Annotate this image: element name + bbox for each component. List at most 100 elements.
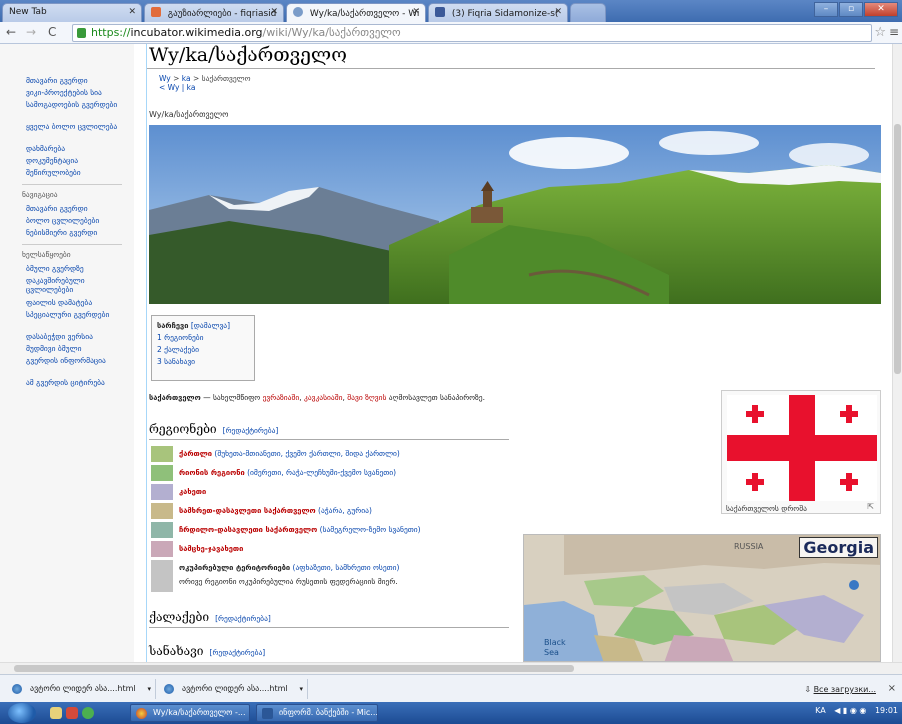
tab-new[interactable]: New Tab ✕ (2, 3, 142, 22)
main-content: Wy/ka/საქართველო Wy > ka > საქართველო < … (146, 44, 892, 662)
close-icon[interactable]: ✕ (554, 7, 562, 17)
tab-facebook[interactable]: (3) Fiqria Sidamonize-s( ✕ (428, 3, 568, 22)
new-tab-button[interactable] (570, 3, 606, 22)
sidebar-item[interactable]: მუდმივი ბმული (26, 344, 126, 353)
horizontal-scrollbar[interactable] (0, 662, 902, 674)
sidebar-item[interactable]: ამ გვერდის ციტირება (26, 378, 126, 387)
table-of-contents: სარჩევი [დამალვა] 1 რეგიონები 2 ქალაქები… (151, 315, 255, 381)
tab-profile[interactable]: გაუზიარლიები - fiqriasid ✕ (144, 3, 284, 22)
download-item[interactable]: ავტორი ლიდერ ასა....html ▾ (6, 679, 156, 699)
list-item: რიონის რეგიონი (იმერეთი, რაჭა-ლეჩხუმი-ქვ… (149, 464, 509, 482)
region-link[interactable]: ჩრდილო-დასავლეთი საქართველო (179, 525, 317, 534)
sidebar-item[interactable]: დოკუმენტაცია (26, 156, 126, 165)
forward-arrow-icon[interactable]: → (26, 25, 36, 39)
region-link[interactable]: ქართლი (179, 449, 212, 458)
sidebar-item[interactable]: დაკავშირებული ცვლილებები (26, 276, 126, 294)
sidebar-item[interactable]: სამოგადოების გვერდები (26, 100, 126, 109)
region-sub[interactable]: (სამეგრელო-ზემო სვანეთი) (317, 525, 421, 534)
sidebar-item[interactable]: ფაილის დამატება (26, 298, 126, 307)
sidebar-item[interactable]: ვიკი-პროექტების სია (26, 88, 126, 97)
edit-section-link[interactable]: [რედაქტირება] (210, 648, 266, 657)
region-link[interactable]: ოკუპირებული ტერიტორიები (179, 563, 290, 572)
reload-icon[interactable]: C (48, 25, 56, 39)
region-sub[interactable]: (შუხეთა-მთიანეთი, ქვემო ქართლი, შიდა ქარ… (212, 449, 399, 458)
region-link[interactable]: კახეთი (179, 487, 206, 496)
chrome-icon[interactable] (82, 707, 94, 719)
tab-label: New Tab (9, 7, 47, 17)
all-downloads-link[interactable]: ⇩ Все загрузки... (804, 685, 876, 694)
sidebar-item[interactable]: მთავარი გვერდი (26, 76, 126, 85)
maximize-icon[interactable]: ▫ (839, 2, 863, 17)
enlarge-icon[interactable]: ⇱ (867, 502, 874, 511)
sidebar-item[interactable]: დახმარება (26, 144, 126, 153)
close-icon[interactable]: ✕ (128, 7, 136, 17)
clock[interactable]: 19:01 (875, 706, 898, 715)
region-link[interactable]: სამხრეთ-დასავლეთი საქართველო (179, 506, 316, 515)
scroll-thumb[interactable] (14, 665, 574, 672)
sidebar-item[interactable]: ბმული გვერდზე (26, 264, 126, 273)
heading-text: ქალაქები (149, 610, 210, 624)
language-indicator[interactable]: KA (815, 706, 826, 715)
breadcrumb-link-wy[interactable]: Wy (159, 74, 171, 83)
region-link[interactable]: სამცხე-ჯავახეთი (179, 544, 243, 553)
bookmark-star-icon[interactable]: ☆ (874, 25, 886, 40)
region-link[interactable]: რიონის რეგიონი (179, 468, 245, 477)
taskbar-task-word[interactable]: ინფორმ. ბანქებში - Mic... (256, 704, 378, 722)
breadcrumb-link-ka[interactable]: ka (182, 74, 191, 83)
menu-icon[interactable]: ≡ (889, 25, 899, 39)
taskbar-task-browser[interactable]: Wy/ka/საქართველო -... (130, 704, 250, 722)
sidebar-item[interactable]: ბოლო ცვლილებები (26, 216, 126, 225)
file-icon (164, 684, 174, 694)
edit-section-link[interactable]: [რედაქტირება] (215, 614, 271, 623)
url-path: /wiki/Wy/ka/საქართველო (262, 26, 401, 39)
explorer-icon[interactable] (50, 707, 62, 719)
vertical-scrollbar[interactable] (892, 44, 902, 662)
sidebar-item[interactable]: სპეციალური გვერდები (26, 310, 126, 319)
region-swatch (151, 541, 173, 557)
scroll-thumb[interactable] (894, 124, 901, 374)
window-controls: – ▫ ✕ (814, 2, 898, 17)
window-close-icon[interactable]: ✕ (864, 2, 898, 17)
tray-icons[interactable]: ◀ ▮ ◉ ◉ (834, 706, 866, 715)
start-button[interactable] (8, 703, 36, 723)
download-item[interactable]: ავტორი ლიდერ ასა....html ▾ (158, 679, 308, 699)
lock-icon (77, 28, 86, 38)
edit-section-link[interactable]: [რედაქტირება] (223, 426, 279, 435)
close-icon[interactable]: × (888, 683, 896, 694)
tab-wikipage[interactable]: Wy/ka/საქართველო - Wi ✕ (286, 3, 426, 22)
file-icon (12, 684, 22, 694)
toc-item[interactable]: 1 რეგიონები (157, 332, 249, 344)
link-eurasia[interactable]: ევრაზიაში (263, 393, 300, 402)
minimize-icon[interactable]: – (814, 2, 838, 17)
back-arrow-icon[interactable]: ← (6, 25, 16, 39)
tab-label: (3) Fiqria Sidamonize-s( (451, 9, 559, 19)
sidebar-item[interactable]: ყველა ბოლო ცვლილება (26, 122, 126, 131)
sidebar-item[interactable]: მთავარი გვერდი (26, 204, 126, 213)
flag-thumbnail[interactable]: საქართველოს დროშა ⇱ (721, 390, 881, 514)
media-player-icon[interactable] (66, 707, 78, 719)
chevron-down-icon[interactable]: ▾ (147, 679, 151, 699)
region-sub[interactable]: (იმერეთი, რაჭა-ლეჩხუმი-ქვემო სვანეთი) (245, 468, 396, 477)
region-map[interactable]: RUSSIA Black Sea Georgia (523, 534, 881, 662)
toc-item[interactable]: 3 სანახავი (157, 356, 249, 368)
sidebar-item[interactable]: დასაბეჭდი ვერსია (26, 332, 126, 341)
sidebar-item[interactable]: ნებისმიერი გვერდი (26, 228, 126, 237)
sidebar-item[interactable]: გვერდის ინფორმაცია (26, 356, 126, 365)
sidebar-item[interactable]: შეწირულობები (26, 168, 126, 177)
breadcrumb-tail: > საქართველო (190, 74, 251, 83)
list-item: კახეთი (149, 483, 509, 501)
region-sub[interactable]: (აჭარა, გურია) (316, 506, 372, 515)
toc-item[interactable]: 2 ქალაქები (157, 344, 249, 356)
address-bar[interactable]: https://incubator.wikimedia.org/wiki/Wy/… (72, 24, 872, 42)
sidebar: მთავარი გვერდი ვიკი-პროექტების სია სამოგ… (0, 44, 134, 662)
close-icon[interactable]: ✕ (412, 7, 420, 17)
breadcrumb-back-link[interactable]: < Wy | ka (159, 83, 196, 92)
region-sub[interactable]: (აფხაზეთი, სამხრეთი ოსეთი) (290, 563, 400, 572)
web-page: მთავარი გვერდი ვიკი-პროექტების სია სამოგ… (0, 44, 892, 662)
link-black-sea[interactable]: შავი ზღვის (347, 393, 386, 402)
chevron-down-icon[interactable]: ▾ (299, 679, 303, 699)
link-caucasus[interactable]: კავკასიაში (304, 393, 343, 402)
close-icon[interactable]: ✕ (270, 7, 278, 17)
intro-text: — სახელმწიფო (200, 393, 263, 402)
toc-toggle-link[interactable]: [დამალვა] (191, 321, 230, 330)
